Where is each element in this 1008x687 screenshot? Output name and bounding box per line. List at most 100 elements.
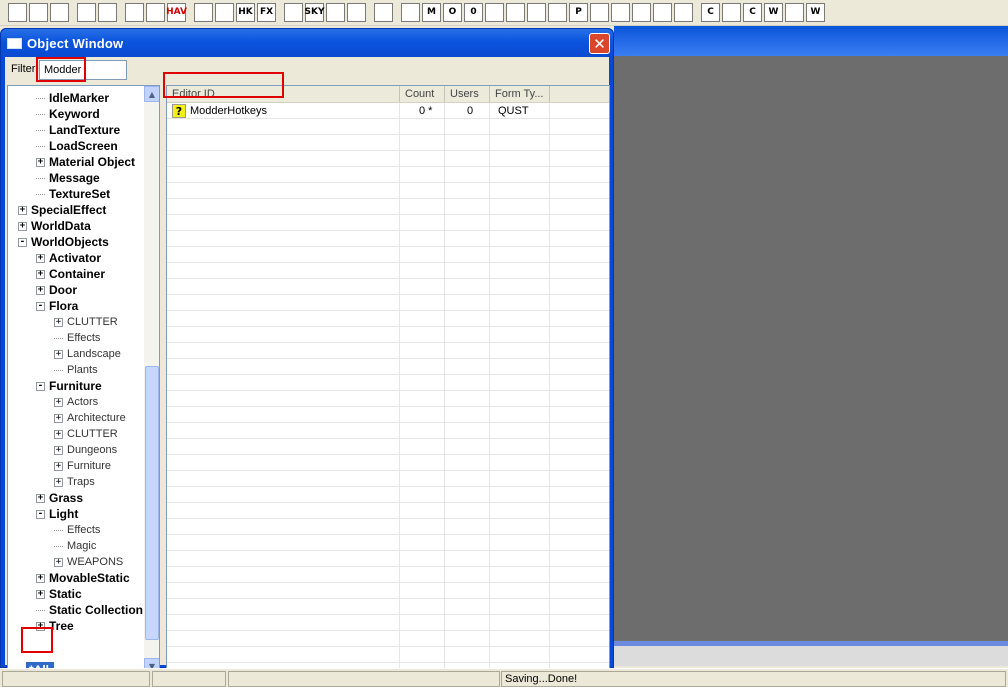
expand-icon[interactable]: + [36, 494, 45, 504]
expand-icon[interactable]: + [54, 397, 63, 407]
expand-icon[interactable]: + [54, 477, 63, 487]
empty-box-icon[interactable] [548, 3, 567, 22]
expand-icon[interactable]: + [36, 270, 45, 280]
m-cube-icon[interactable]: M [422, 3, 441, 22]
world-icon[interactable] [194, 3, 213, 22]
collapse-icon[interactable]: - [36, 302, 45, 312]
save-icon[interactable] [29, 3, 48, 22]
category-tree[interactable]: IdleMarker Keyword LandTexture LoadScreen + M… [7, 85, 160, 687]
w-circle-icon[interactable]: W [806, 3, 825, 22]
wire-cube-icon[interactable] [506, 3, 525, 22]
expand-icon[interactable]: + [36, 590, 45, 600]
c-circle-icon[interactable]: C [743, 3, 762, 22]
havok-icon[interactable]: HK [236, 3, 255, 22]
expand-icon[interactable]: + [54, 349, 63, 359]
render-window-icon[interactable] [125, 3, 144, 22]
cube-arrow-icon[interactable] [674, 3, 693, 22]
tree-item[interactable]: IdleMarker [36, 90, 109, 106]
tree-item[interactable]: + Material Object [36, 154, 135, 170]
tree-item[interactable]: - Light [36, 506, 78, 522]
box-icon[interactable] [527, 3, 546, 22]
tree-item[interactable]: - WorldObjects [18, 234, 109, 250]
tree-vertical-scrollbar[interactable]: ▲ ▼ [144, 86, 159, 674]
tree-item[interactable]: + SpecialEffect [18, 202, 106, 218]
tree-item[interactable]: LandTexture [36, 122, 120, 138]
redo-icon[interactable] [98, 3, 117, 22]
tree-item[interactable]: Message [36, 170, 100, 186]
link-icon[interactable] [632, 3, 651, 22]
collapse-icon[interactable]: - [36, 510, 45, 520]
tree-item[interactable]: + Landscape [54, 346, 121, 362]
tree-item[interactable]: + Door [36, 282, 77, 298]
expand-icon[interactable]: + [54, 413, 63, 423]
object-list[interactable]: Editor ID Count Users Form Ty... ? Modde… [166, 85, 610, 687]
render-window-area[interactable] [614, 56, 1008, 641]
grass-icon[interactable] [326, 3, 345, 22]
tree-item[interactable]: - Flora [36, 298, 78, 314]
expand-icon[interactable]: + [54, 429, 63, 439]
w-box-icon[interactable]: W [764, 3, 783, 22]
tree-item[interactable]: + Grass [36, 490, 83, 506]
tree-item[interactable]: + CLUTTER [54, 314, 118, 330]
arrow-icon[interactable] [653, 3, 672, 22]
expand-icon[interactable]: + [36, 574, 45, 584]
tree-item[interactable]: + Architecture [54, 410, 126, 426]
red-box-icon[interactable] [590, 3, 609, 22]
column-header-form-type[interactable]: Form Ty... [490, 86, 550, 102]
expand-icon[interactable]: + [54, 445, 63, 455]
collapse-icon[interactable]: - [36, 382, 45, 392]
expand-icon[interactable]: + [36, 286, 45, 296]
tree-item[interactable]: TextureSet [36, 186, 110, 202]
tree-item[interactable]: + Actors [54, 394, 98, 410]
zero-box-icon[interactable]: 0 [464, 3, 483, 22]
close-icon[interactable]: ✕ [593, 35, 606, 53]
expand-icon[interactable]: + [36, 254, 45, 264]
render-window-titlebar[interactable] [614, 26, 1008, 56]
undo-icon[interactable] [77, 3, 96, 22]
tree-item[interactable]: + Traps [54, 474, 95, 490]
tree-item[interactable]: Magic [54, 538, 96, 554]
open-folder-icon[interactable] [8, 3, 27, 22]
save-all-icon[interactable] [50, 3, 69, 22]
sky-icon[interactable]: SKY [305, 3, 325, 22]
collapse-icon[interactable]: - [18, 238, 27, 248]
c-cube-icon[interactable] [722, 3, 741, 22]
tree-vertical-scroll-thumb[interactable] [145, 366, 159, 640]
marker-icon[interactable] [374, 3, 393, 22]
heightmap-icon[interactable] [215, 3, 234, 22]
tree-item[interactable]: + Activator [36, 250, 101, 266]
table-row[interactable]: ? ModderHotkeys 0 * 0 QUST [167, 103, 609, 119]
light-bulb-icon[interactable] [284, 3, 303, 22]
scroll-up-button[interactable]: ▲ [144, 86, 159, 102]
w-cube-icon[interactable] [785, 3, 804, 22]
expand-icon[interactable]: + [18, 222, 27, 232]
tree-item[interactable]: - Furniture [36, 378, 102, 394]
x-box-icon[interactable] [611, 3, 630, 22]
expand-icon[interactable]: + [54, 317, 63, 327]
column-header-count[interactable]: Count [400, 86, 445, 102]
c-box-icon[interactable]: C [701, 3, 720, 22]
expand-icon[interactable]: + [54, 461, 63, 471]
tree-item[interactable]: Effects [54, 330, 100, 346]
object-window-titlebar[interactable]: Object Window ✕ [1, 29, 613, 57]
rotate-cube-icon[interactable] [485, 3, 504, 22]
o-box-icon[interactable]: O [443, 3, 462, 22]
p-box-icon[interactable]: P [569, 3, 588, 22]
tree-item[interactable]: + Container [36, 266, 105, 282]
tree-item[interactable]: + CLUTTER [54, 426, 118, 442]
column-header-users[interactable]: Users [445, 86, 490, 102]
tree-item[interactable]: + WEAPONS [54, 554, 123, 570]
tree-item[interactable]: + Furniture [54, 458, 111, 474]
tree-item[interactable]: + WorldData [18, 218, 91, 234]
tree-item[interactable]: + MovableStatic [36, 570, 130, 586]
effects-icon[interactable]: FX [257, 3, 276, 22]
expand-icon[interactable]: + [18, 206, 27, 216]
landscape-edit-icon[interactable] [146, 3, 165, 22]
expand-icon[interactable]: + [54, 557, 63, 567]
close-button[interactable]: ✕ [589, 33, 610, 54]
navmesh-icon[interactable]: HAV [166, 3, 187, 22]
speech-bubble-icon[interactable] [347, 3, 366, 22]
tree-item[interactable]: Effects [54, 522, 100, 538]
tree-item[interactable]: + Dungeons [54, 442, 117, 458]
tree-item[interactable]: Plants [54, 362, 98, 378]
